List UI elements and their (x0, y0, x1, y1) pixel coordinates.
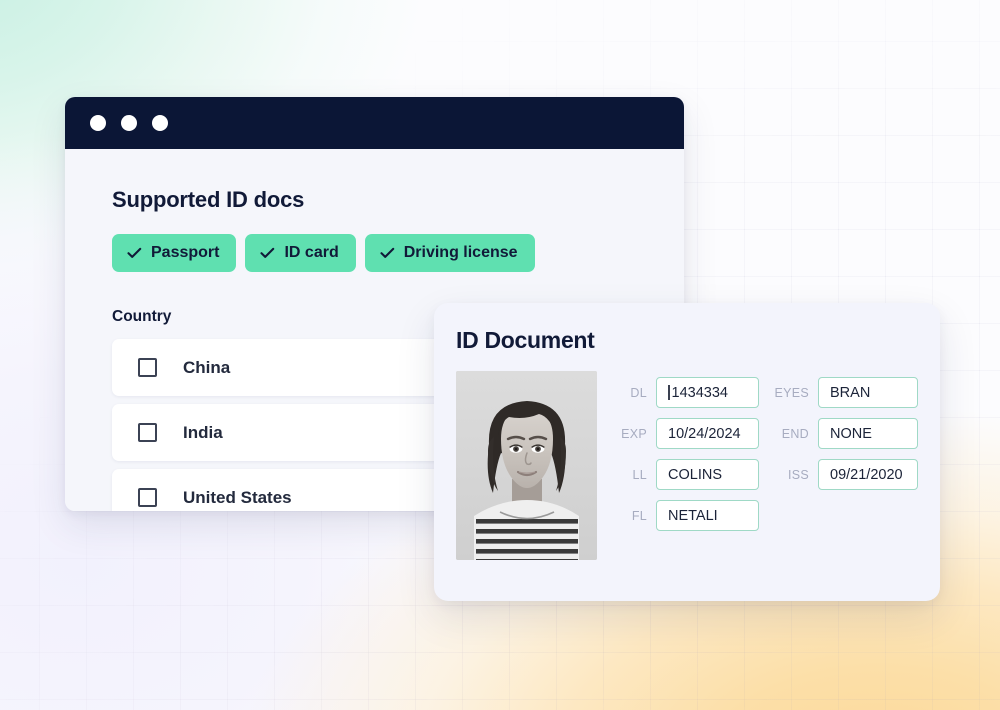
field-fl: FL NETALI (621, 499, 759, 532)
supported-docs-badge-list: Passport ID card (112, 234, 684, 272)
check-icon (127, 247, 142, 259)
field-ll-label: LL (621, 468, 647, 482)
field-end-input[interactable]: NONE (818, 418, 918, 449)
field-exp: EXP 10/24/2024 (621, 417, 759, 450)
field-ll: LL COLINS (621, 458, 759, 491)
window-titlebar (65, 97, 684, 149)
field-dl: DL 1434334 (621, 376, 759, 409)
field-dl-value: 1434334 (672, 385, 728, 401)
check-icon (380, 247, 395, 259)
checkbox-india[interactable] (138, 423, 157, 442)
field-ll-value: COLINS (668, 467, 722, 483)
checkbox-united-states[interactable] (138, 488, 157, 507)
text-caret-icon (668, 385, 670, 400)
country-label-china: China (183, 358, 230, 378)
window-dot-minimize[interactable] (121, 115, 137, 131)
field-exp-value: 10/24/2024 (668, 426, 741, 442)
id-fields-right-column: EYES BRAN END NONE ISS (773, 376, 918, 560)
field-end-label: END (773, 427, 809, 441)
country-label-india: India (183, 423, 223, 443)
passport-photo (456, 371, 597, 560)
window-dot-maximize[interactable] (152, 115, 168, 131)
field-fl-label: FL (621, 509, 647, 523)
badge-passport[interactable]: Passport (112, 234, 236, 272)
field-eyes-label: EYES (773, 386, 809, 400)
field-fl-value: NETALI (668, 508, 718, 524)
field-dl-input[interactable]: 1434334 (656, 377, 759, 408)
badge-driving-license-label: Driving license (404, 244, 518, 262)
id-document-fields: DL 1434334 EXP 10/24/2024 LL (621, 371, 918, 560)
field-dl-label: DL (621, 386, 647, 400)
field-iss-value: 09/21/2020 (830, 467, 903, 483)
field-iss-input[interactable]: 09/21/2020 (818, 459, 918, 490)
field-ll-input[interactable]: COLINS (656, 459, 759, 490)
checkbox-china[interactable] (138, 358, 157, 377)
id-document-title: ID Document (456, 327, 940, 354)
field-eyes-value: BRAN (830, 385, 870, 401)
badge-passport-label: Passport (151, 244, 219, 262)
country-label-united-states: United States (183, 488, 292, 508)
field-exp-input[interactable]: 10/24/2024 (656, 418, 759, 449)
check-icon (260, 247, 275, 259)
field-end: END NONE (773, 417, 918, 450)
field-eyes-input[interactable]: BRAN (818, 377, 918, 408)
badge-id-card-label: ID card (284, 244, 338, 262)
supported-docs-title: Supported ID docs (112, 187, 684, 213)
page-background: Supported ID docs Passport (0, 0, 1000, 710)
field-fl-input[interactable]: NETALI (656, 500, 759, 531)
field-eyes: EYES BRAN (773, 376, 918, 409)
field-iss-label: ISS (773, 468, 809, 482)
window-dot-close[interactable] (90, 115, 106, 131)
id-document-body: DL 1434334 EXP 10/24/2024 LL (456, 371, 940, 560)
badge-driving-license[interactable]: Driving license (365, 234, 535, 272)
badge-id-card[interactable]: ID card (245, 234, 355, 272)
field-iss: ISS 09/21/2020 (773, 458, 918, 491)
field-exp-label: EXP (621, 427, 647, 441)
field-end-value: NONE (830, 426, 872, 442)
field-spacer (773, 499, 918, 532)
id-fields-left-column: DL 1434334 EXP 10/24/2024 LL (621, 376, 759, 560)
id-document-card: ID Document (434, 303, 940, 601)
